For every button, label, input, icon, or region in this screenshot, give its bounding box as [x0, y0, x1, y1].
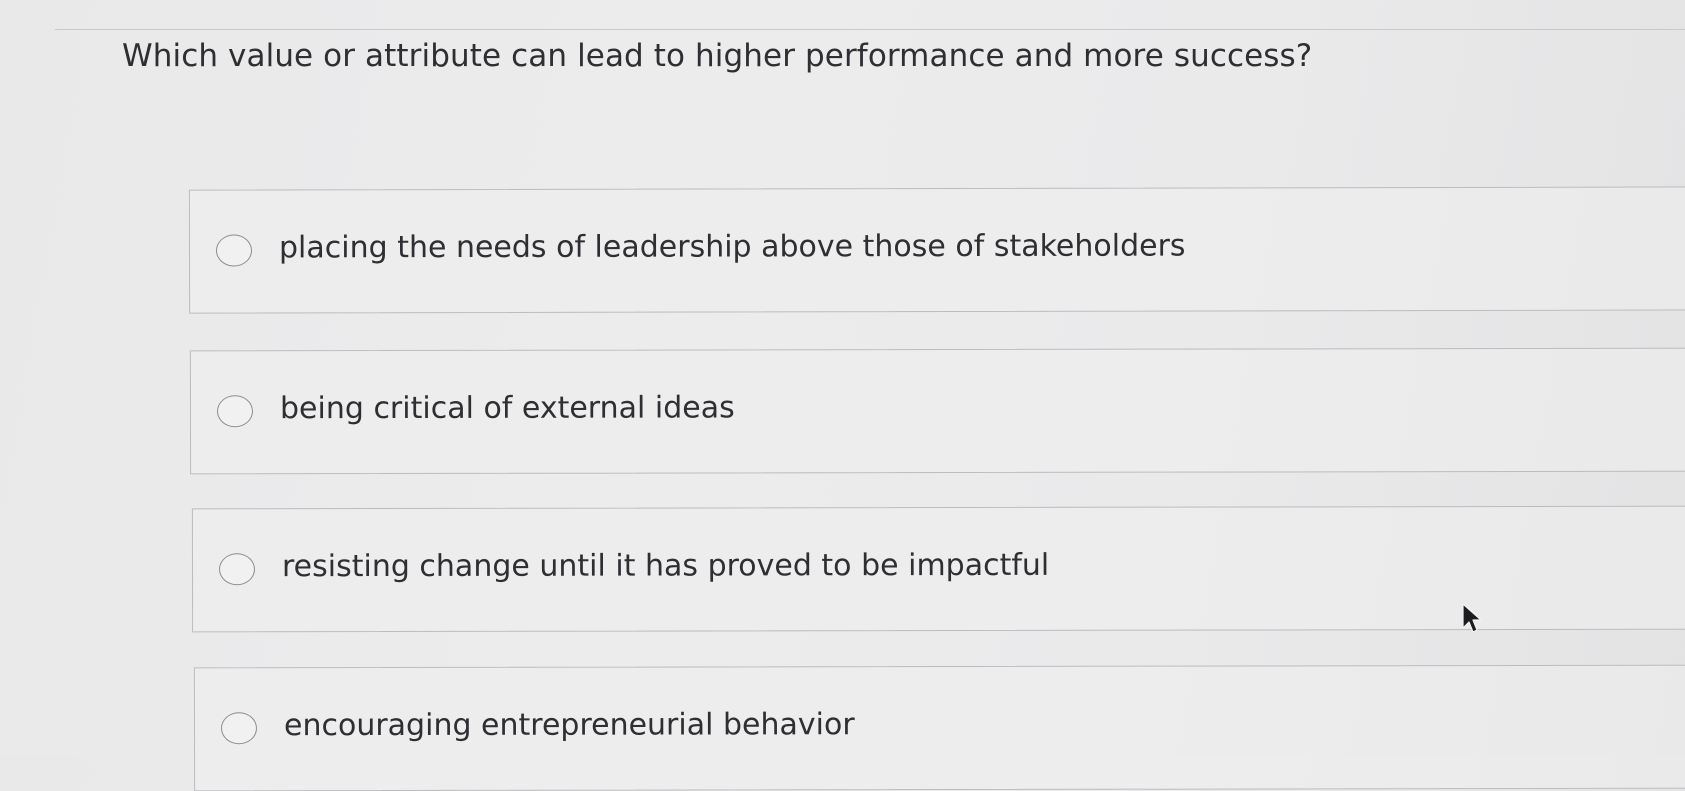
answer-option-label: encouraging entrepreneurial behavior: [283, 707, 855, 744]
answer-option-4[interactable]: encouraging entrepreneurial behavior: [193, 664, 1685, 791]
radio-button-icon[interactable]: [218, 553, 256, 586]
mouse-pointer-icon: [1462, 603, 1482, 633]
radio-button-icon[interactable]: [220, 712, 258, 745]
top-divider: [55, 29, 1685, 30]
question-text: Which value or attribute can lead to hig…: [122, 38, 1313, 74]
answer-option-label: being critical of external ideas: [279, 390, 735, 427]
radio-button-icon[interactable]: [216, 395, 254, 428]
answer-option-2[interactable]: being critical of external ideas: [189, 347, 1685, 475]
answer-option-label: placing the needs of leadership above th…: [278, 228, 1186, 266]
answer-option-1[interactable]: placing the needs of leadership above th…: [188, 186, 1685, 314]
radio-button-icon[interactable]: [215, 234, 253, 267]
answer-option-label: resisting change until it has proved to …: [281, 547, 1050, 585]
